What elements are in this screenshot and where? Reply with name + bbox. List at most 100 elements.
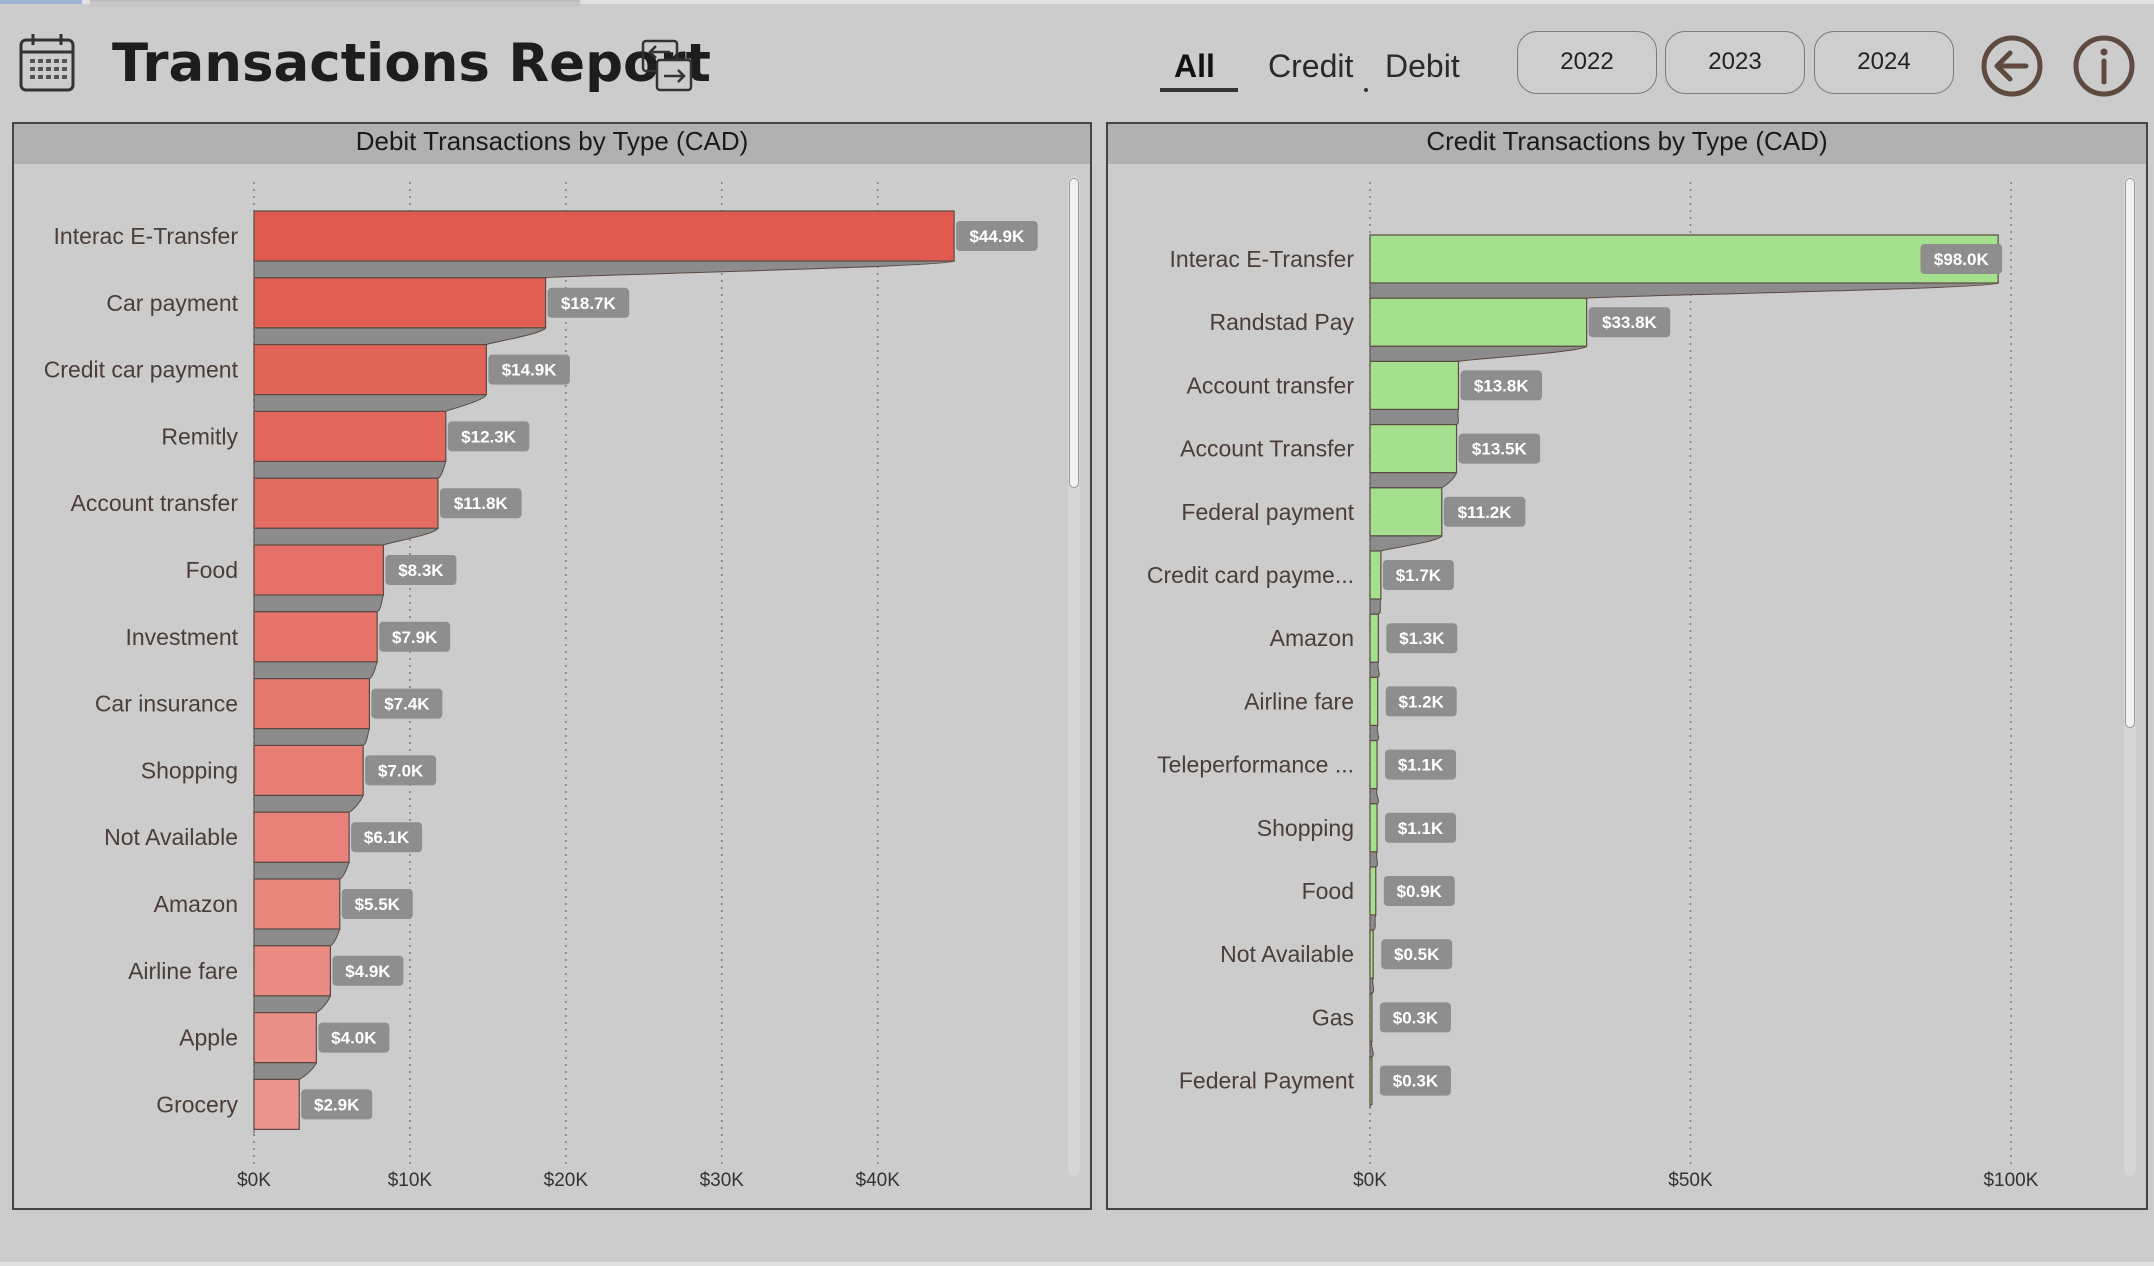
credit-bar-connector (1369, 851, 1378, 868)
info-circle-icon[interactable] (2072, 34, 2136, 98)
debit-chart-scrollbar-thumb[interactable] (1069, 178, 1079, 488)
debit-bar-connector (253, 928, 341, 947)
credit-data-label: $0.3K (1393, 1008, 1439, 1027)
debit-bar[interactable] (253, 744, 364, 797)
credit-bar[interactable] (1369, 739, 1378, 790)
credit-category-label: Amazon (1270, 625, 1354, 651)
debit-bar-connector (253, 527, 439, 546)
credit-bar[interactable] (1369, 929, 1374, 979)
credit-bar[interactable] (1369, 487, 1443, 537)
bottom-strip (0, 1262, 2154, 1266)
credit-data-label: $33.8K (1602, 313, 1658, 332)
debit-category-label: Not Available (104, 824, 238, 850)
credit-x-tick-label: $50K (1668, 1170, 1713, 1191)
filter-debit[interactable]: Debit (1385, 40, 1460, 100)
credit-bar[interactable] (1369, 1055, 1373, 1106)
credit-bar[interactable] (1369, 360, 1460, 410)
top-strip-shadow (90, 0, 580, 8)
arrow-left-circle-icon[interactable] (1980, 34, 2044, 98)
credit-category-label: Federal payment (1181, 499, 1354, 525)
credit-bar[interactable] (1369, 234, 1999, 284)
credit-bar[interactable] (1369, 803, 1378, 853)
debit-data-label: $4.0K (331, 1029, 377, 1048)
credit-data-label: $1.3K (1399, 629, 1445, 648)
debit-bar[interactable] (253, 878, 341, 930)
debit-category-label: Remitly (161, 423, 238, 449)
year-2022-button[interactable]: 2022 (1517, 31, 1657, 94)
debit-bar[interactable] (253, 410, 447, 462)
year-2024-button[interactable]: 2024 (1814, 31, 1954, 94)
debit-bar[interactable] (253, 544, 385, 596)
debit-category-label: Grocery (156, 1091, 238, 1117)
debit-chart-svg: $0K $10K $20K $30K $40K Interac E-Transfer $44… (44, 182, 1038, 1191)
active-filter-underline (1160, 88, 1238, 92)
credit-category-label: Randstad Pay (1210, 309, 1355, 335)
credit-bar[interactable] (1369, 297, 1588, 347)
credit-bar[interactable] (1369, 550, 1382, 600)
debit-bar[interactable] (253, 811, 350, 863)
credit-x-tick-label: $100K (1983, 1170, 2038, 1191)
credit-chart-scrollbar[interactable] (2124, 176, 2136, 1176)
credit-data-label: $13.8K (1474, 376, 1530, 395)
debit-bar[interactable] (253, 1011, 317, 1064)
credit-data-label: $98.0K (1934, 250, 1990, 269)
credit-data-label: $1.2K (1399, 692, 1445, 711)
debit-bar[interactable] (253, 210, 955, 262)
debit-x-tick-label: $40K (856, 1170, 901, 1191)
debit-data-label: $14.9K (502, 361, 558, 380)
debit-data-label: $7.4K (384, 695, 430, 714)
debit-bar[interactable] (253, 277, 547, 329)
credit-category-label: Account transfer (1187, 372, 1355, 398)
debit-bar[interactable] (253, 611, 378, 663)
credit-bar[interactable] (1369, 992, 1373, 1043)
credit-chart-scrollbar-thumb[interactable] (2125, 178, 2135, 728)
credit-category-label: Account Transfer (1180, 436, 1354, 462)
credit-bar-connector (1369, 345, 1588, 362)
credit-data-label: $1.1K (1398, 819, 1444, 838)
debit-data-label: $11.8K (454, 494, 509, 513)
debit-x-tick-label: $0K (237, 1170, 271, 1191)
credit-bar-connector (1369, 472, 1458, 489)
debit-data-label: $7.9K (392, 628, 438, 647)
debit-data-label: $18.7K (561, 294, 617, 313)
debit-x-tick-label: $10K (388, 1170, 433, 1191)
credit-bar-connector (1369, 598, 1382, 615)
credit-bar[interactable] (1369, 676, 1379, 727)
debit-category-label: Apple (179, 1025, 238, 1051)
debit-x-tick-label: $30K (700, 1170, 745, 1191)
credit-bar[interactable] (1369, 424, 1458, 474)
credit-bar[interactable] (1369, 866, 1377, 916)
debit-bar[interactable] (253, 477, 439, 529)
debit-category-label: Investment (126, 624, 239, 650)
page-title: Transactions Report (112, 33, 711, 94)
credit-category-label: Not Available (1220, 941, 1354, 967)
debit-bar[interactable] (253, 344, 487, 396)
debit-data-label: $4.9K (345, 962, 391, 981)
credit-data-label: $0.5K (1394, 945, 1440, 964)
debit-category-label: Amazon (154, 891, 238, 917)
credit-bar-connector (1369, 724, 1380, 742)
debit-bar[interactable] (253, 677, 370, 730)
debit-chart-scrollbar[interactable] (1068, 176, 1080, 1176)
year-2023-button[interactable]: 2023 (1665, 31, 1805, 94)
debit-bar-connector (253, 794, 364, 813)
credit-data-label: $1.7K (1396, 566, 1442, 585)
debit-bar-connector (253, 728, 371, 746)
debit-category-label: Food (186, 557, 238, 583)
debit-data-label: $2.9K (314, 1095, 360, 1114)
filter-credit[interactable]: Credit (1268, 40, 1353, 100)
debit-bar[interactable] (253, 1078, 300, 1131)
credit-category-label: Shopping (1257, 815, 1354, 841)
credit-category-label: Food (1302, 878, 1354, 904)
debit-category-label: Shopping (141, 757, 238, 783)
credit-category-label: Interac E-Transfer (1170, 246, 1355, 272)
credit-data-label: $0.9K (1397, 882, 1443, 901)
credit-chart-svg: $0K $50K $100K Interac E-Transfer $98.0K Rand… (1147, 182, 2039, 1191)
credit-bar-connector (1369, 661, 1380, 678)
credit-bar[interactable] (1369, 613, 1379, 663)
debit-bar[interactable] (253, 945, 332, 997)
calendar-icon (18, 32, 78, 94)
swap-arrows-icon[interactable] (640, 38, 696, 94)
credit-data-label: $0.3K (1393, 1072, 1439, 1091)
debit-bar-connector (253, 394, 488, 412)
